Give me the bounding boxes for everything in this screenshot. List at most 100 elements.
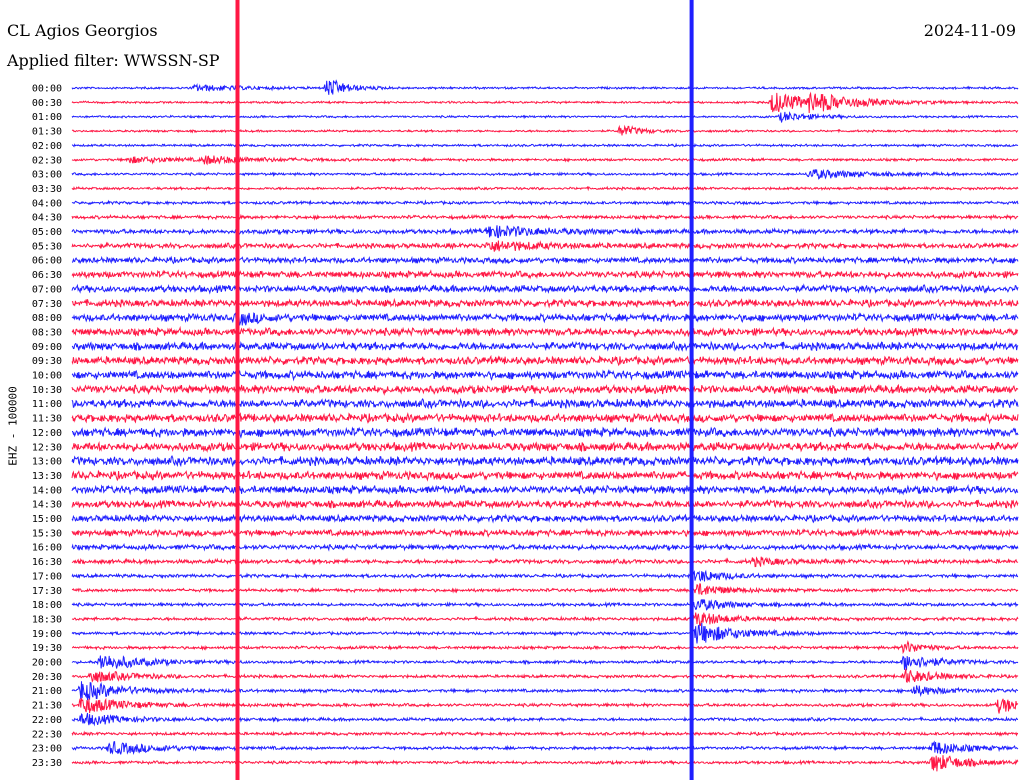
time-label: 14:30 <box>32 500 62 511</box>
time-label: 04:30 <box>32 213 62 224</box>
trace-2300 <box>71 740 1019 755</box>
trace-2230 <box>71 730 1019 737</box>
trace-0530 <box>71 240 1019 252</box>
trace-2330 <box>71 755 1019 772</box>
time-label: 16:30 <box>32 557 62 568</box>
trace-0700 <box>71 283 1019 295</box>
trace-1800 <box>71 599 1019 611</box>
trace-0730 <box>71 297 1019 309</box>
time-label: 08:30 <box>32 327 62 338</box>
time-label: 00:00 <box>32 84 62 95</box>
time-label: 12:30 <box>32 442 62 453</box>
time-label: 06:00 <box>32 256 62 267</box>
trace-1200 <box>72 426 1019 439</box>
trace-2000 <box>71 655 1019 671</box>
spike-line-0 <box>235 0 240 780</box>
time-label: 23:30 <box>32 758 62 769</box>
trace-0030 <box>71 91 1019 114</box>
time-label: 06:30 <box>32 270 62 281</box>
trace-1900 <box>71 622 1019 644</box>
trace-0000 <box>71 79 1019 95</box>
trace-1100 <box>71 397 1019 410</box>
time-label: 18:00 <box>32 600 62 611</box>
time-label: 02:00 <box>32 141 62 152</box>
time-label: 15:00 <box>32 514 62 525</box>
time-label: 22:00 <box>32 715 62 726</box>
trace-1400 <box>71 484 1019 497</box>
trace-0500 <box>71 225 1019 239</box>
trace-0600 <box>71 255 1019 265</box>
trace-0930 <box>71 354 1019 367</box>
trace-0400 <box>71 199 1019 206</box>
time-label: 22:30 <box>32 729 62 740</box>
time-label: 21:00 <box>32 686 62 697</box>
trace-1500 <box>71 513 1019 524</box>
time-label: 11:00 <box>32 399 62 410</box>
trace-1600 <box>71 542 1019 552</box>
time-label: 03:00 <box>32 170 62 181</box>
trace-0300 <box>71 168 1019 180</box>
time-label: 00:30 <box>32 98 62 109</box>
time-label: 14:00 <box>32 485 62 496</box>
trace-1830 <box>71 612 1019 627</box>
time-label: 10:30 <box>32 385 62 396</box>
trace-0900 <box>71 340 1019 352</box>
time-label: 20:30 <box>32 672 62 683</box>
trace-2130 <box>71 697 1019 714</box>
trace-0130 <box>71 124 1019 136</box>
trace-1530 <box>71 527 1019 538</box>
trace-1630 <box>71 556 1019 568</box>
trace-2200 <box>71 712 1019 727</box>
trace-1030 <box>71 383 1019 396</box>
time-label: 13:00 <box>32 457 62 468</box>
time-label: 19:00 <box>32 629 62 640</box>
time-label: 07:00 <box>32 284 62 295</box>
trace-1700 <box>71 569 1019 582</box>
time-label: 17:00 <box>32 571 62 582</box>
time-label: 15:30 <box>32 528 62 539</box>
time-label: 17:30 <box>32 586 62 597</box>
trace-0830 <box>71 325 1019 338</box>
trace-1300 <box>71 454 1019 468</box>
time-label: 10:00 <box>32 371 62 382</box>
trace-0330 <box>71 185 1019 192</box>
time-label: 05:00 <box>32 227 62 238</box>
trace-0230 <box>71 155 1019 166</box>
time-label: 08:00 <box>32 313 62 324</box>
time-label: 03:30 <box>32 184 62 195</box>
time-label: 04:00 <box>32 198 62 209</box>
spike-line-1 <box>689 0 694 780</box>
trace-0100 <box>71 111 1019 123</box>
time-label: 02:30 <box>32 155 62 166</box>
time-label: 11:30 <box>32 414 62 425</box>
trace-2030 <box>71 668 1019 683</box>
trace-0430 <box>71 213 1019 221</box>
time-label: 23:00 <box>32 744 62 755</box>
trace-0800 <box>71 309 1019 326</box>
time-label: 05:30 <box>32 241 62 252</box>
trace-group <box>71 79 1019 772</box>
trace-0200 <box>71 142 1019 148</box>
helicorder-chart: 00:00 00:30 01:00 01:30 02:00 02:30 03:00 03:30… <box>32 0 1019 780</box>
trace-2100 <box>71 681 1019 701</box>
trace-0630 <box>71 269 1019 280</box>
time-label: 01:30 <box>32 127 62 138</box>
time-label: 07:30 <box>32 299 62 310</box>
trace-1330 <box>71 469 1019 482</box>
time-label: 16:00 <box>32 543 62 554</box>
time-label: 12:00 <box>32 428 62 439</box>
trace-1930 <box>71 639 1019 655</box>
trace-1430 <box>71 498 1019 511</box>
trace-1130 <box>71 412 1019 425</box>
time-label: 09:30 <box>32 356 62 367</box>
time-label: 18:30 <box>32 614 62 625</box>
time-label: 01:00 <box>32 112 62 123</box>
trace-1230 <box>71 441 1019 453</box>
time-label: 21:30 <box>32 701 62 712</box>
time-label: 20:00 <box>32 658 62 669</box>
time-label-group: 00:00 00:30 01:00 01:30 02:00 02:30 03:00 03:30… <box>32 84 62 769</box>
trace-1730 <box>71 583 1019 596</box>
time-label: 09:00 <box>32 342 62 353</box>
time-label: 19:30 <box>32 643 62 654</box>
time-label: 13:30 <box>32 471 62 482</box>
